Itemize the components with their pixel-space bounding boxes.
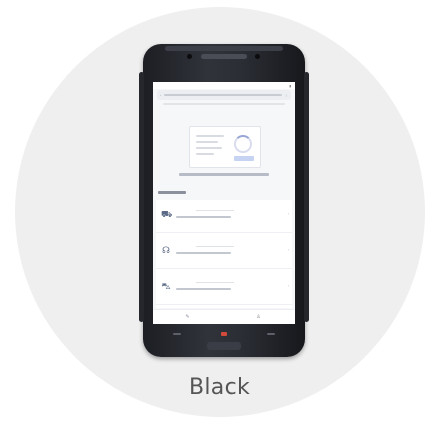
illus-line: [196, 147, 222, 149]
illustration-card: [189, 126, 261, 168]
list-item: ☊ ›: [156, 236, 292, 269]
subtitle-line: [163, 103, 285, 105]
brand-logo: [207, 342, 241, 350]
list-panel: ⛟ › ☊ › ⛍ ›: [156, 200, 292, 308]
sensor-icon: [255, 54, 260, 59]
address-bar: ‹ ⋮: [157, 90, 291, 100]
nav-left: ✎: [185, 314, 191, 320]
list-item: ⛟ ›: [156, 200, 292, 233]
menu-icon: ⋮: [285, 93, 288, 97]
chevron-right-icon: ›: [287, 211, 289, 216]
back-icon: ‹: [160, 93, 161, 97]
status-bar: ▮: [153, 82, 295, 89]
headset-icon: ☊: [162, 245, 170, 255]
chevron-right-icon: ›: [287, 283, 289, 288]
item-divider: [196, 282, 234, 283]
device-bumper: [165, 46, 283, 51]
bottom-nav: ✎ ♙: [153, 309, 295, 324]
menu-key: [267, 333, 275, 335]
nav-right: ♙: [256, 314, 262, 320]
vehicle-icon: ⛍: [161, 281, 171, 291]
url-text: [164, 94, 282, 96]
illus-line: [196, 153, 214, 155]
product-variant-card[interactable]: ▮ ‹ ⋮ ⛟ › ☊ › ⛍ › ✎ ♙ Black: [0, 0, 439, 425]
item-divider: [196, 210, 234, 211]
device-screen: ▮ ‹ ⋮ ⛟ › ☊ › ⛍ › ✎ ♙: [153, 82, 295, 324]
gauge-icon: [234, 135, 252, 153]
hardware-keys: [153, 330, 295, 338]
earpiece-grille: [201, 54, 247, 59]
front-camera-icon: [187, 54, 192, 59]
section-title-text: [158, 191, 186, 194]
battery-icon: ▮: [289, 83, 291, 88]
truck-icon: ⛟: [161, 209, 173, 219]
illus-button: [234, 156, 254, 161]
item-subtitle: [176, 216, 231, 218]
list-item: ⛍ ›: [156, 272, 292, 305]
user-icon: ♙: [256, 314, 261, 320]
section-title: [158, 190, 186, 195]
home-key: [221, 332, 227, 336]
illustration-caption: [179, 173, 269, 176]
item-divider: [196, 246, 234, 247]
chevron-right-icon: ›: [287, 247, 289, 252]
pencil-icon: ✎: [185, 314, 190, 320]
illus-line: [196, 135, 224, 137]
back-key: [173, 333, 181, 335]
device-image: ▮ ‹ ⋮ ⛟ › ☊ › ⛍ › ✎ ♙: [139, 44, 309, 357]
item-subtitle: [176, 252, 231, 254]
item-subtitle: [176, 288, 231, 290]
illus-line: [196, 141, 218, 143]
variant-label: Black: [188, 375, 251, 400]
